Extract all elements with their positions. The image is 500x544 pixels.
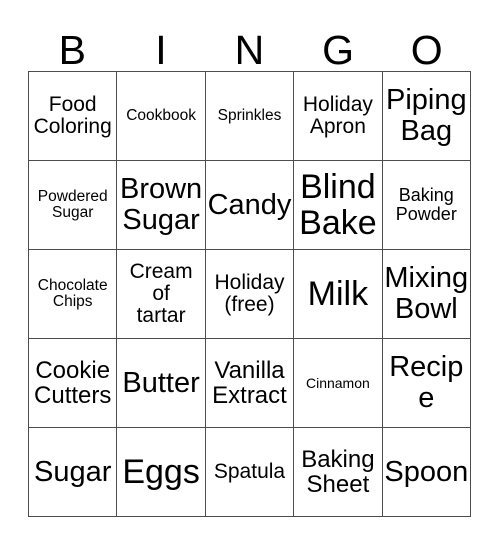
bingo-cell[interactable]: Holiday Apron (294, 72, 383, 161)
bingo-cell-free-space[interactable]: Holiday (free) (205, 250, 295, 339)
bingo-cell-label: Recipe (389, 351, 464, 414)
bingo-cell-label: Cinnamon (305, 374, 370, 391)
bingo-cell-label: Piping Bag (385, 84, 467, 147)
bingo-cell-label: Vanilla Extract (212, 356, 287, 409)
bingo-cell-label: Blind Bake (299, 167, 377, 242)
bingo-cell[interactable]: Sprinkles (205, 72, 295, 161)
bingo-cell[interactable]: Chocolate Chips (29, 250, 118, 339)
bingo-cell[interactable]: Mixing Bowl (382, 250, 471, 339)
bingo-cell[interactable]: Sugar (29, 428, 118, 517)
bingo-cell[interactable]: Baking Sheet (294, 428, 383, 517)
bingo-cell[interactable]: Vanilla Extract (205, 339, 295, 428)
bingo-cell-label: Holiday Apron (302, 92, 373, 138)
bingo-card: B I N G O Food Coloring Cookbook Sprinkles Holi… (0, 0, 500, 544)
bingo-cell[interactable]: Piping Bag (382, 72, 471, 161)
bingo-cell-label: Eggs (122, 452, 200, 491)
bingo-grid: Food Coloring Cookbook Sprinkles Holiday Ap… (28, 71, 471, 517)
bingo-cell-label: Baking Powder (395, 184, 457, 224)
bingo-header-letter-i: I (155, 27, 167, 73)
bingo-header-letter-o: O (410, 27, 443, 73)
bingo-cell-label: Milk (307, 274, 369, 313)
bingo-cell[interactable]: Butter (117, 339, 206, 428)
bingo-cell[interactable]: Cream of tartar (117, 250, 206, 339)
bingo-cell[interactable]: Food Coloring (29, 72, 118, 161)
bingo-cell[interactable]: Powdered Sugar (29, 161, 118, 250)
bingo-cell[interactable]: Cookbook (117, 72, 206, 161)
bingo-cell-label: Holiday (free) (214, 270, 285, 316)
bingo-cell-label: Spatula (213, 459, 286, 483)
bingo-cell-label: Mixing Bowl (384, 262, 469, 325)
bingo-cell-label: Food Coloring (33, 92, 112, 138)
bingo-header-letter-b: B (58, 27, 86, 73)
bingo-cell[interactable]: Brown Sugar (117, 161, 206, 250)
bingo-cell[interactable]: Cookie Cutters (29, 339, 118, 428)
bingo-header: BINGO (28, 16, 471, 71)
bingo-cell[interactable]: Spatula (205, 428, 295, 517)
bingo-cell-label: Powdered Sugar (37, 187, 108, 221)
bingo-cell-label: Chocolate Chips (37, 276, 108, 310)
bingo-cell-label: Butter (122, 366, 200, 399)
bingo-cell-label: Baking Sheet (301, 445, 375, 498)
bingo-cell-label: Candy (207, 188, 292, 221)
bingo-cell-label: Cookie Cutters (34, 356, 112, 409)
bingo-cell-label: Spoon (384, 455, 469, 488)
bingo-cell-label: Cookbook (126, 106, 196, 124)
bingo-cell[interactable]: Cinnamon (294, 339, 383, 428)
bingo-cell[interactable]: Recipe (382, 339, 471, 428)
bingo-cell-label: Brown Sugar (119, 173, 203, 236)
bingo-cell[interactable]: Spoon (382, 428, 471, 517)
bingo-cell[interactable]: Milk (294, 250, 383, 339)
bingo-cell-label: Sugar (34, 455, 112, 488)
bingo-cell-label: Sprinkles (217, 106, 282, 124)
bingo-cell-label: Cream of tartar (129, 259, 193, 328)
bingo-header-letter-n: N (234, 27, 265, 73)
bingo-cell[interactable]: Candy (205, 161, 295, 250)
bingo-cell[interactable]: Blind Bake (294, 161, 383, 250)
bingo-cell[interactable]: Eggs (117, 428, 206, 517)
bingo-cell[interactable]: Baking Powder (382, 161, 471, 250)
bingo-header-letter-g: G (322, 27, 355, 73)
